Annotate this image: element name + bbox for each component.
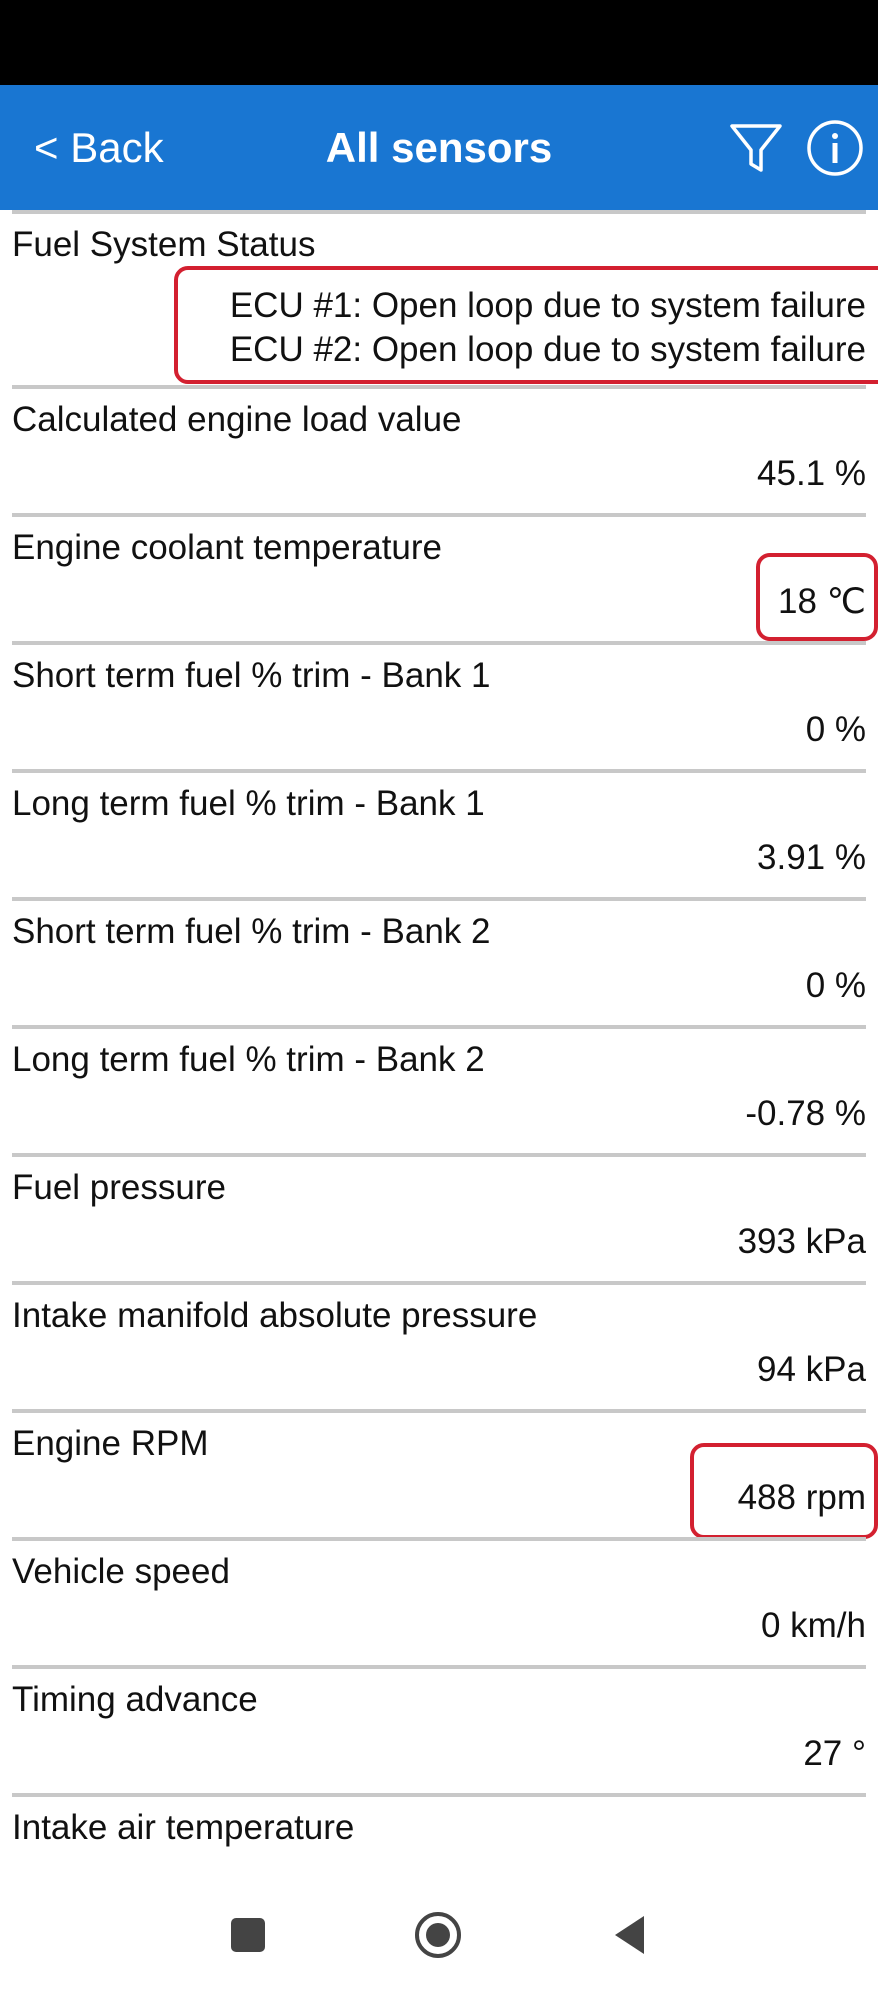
sensor-value-line: ECU #1: Open loop due to system failure bbox=[229, 286, 866, 325]
sensor-row-vehicle-speed[interactable]: Vehicle speed 0 km/h bbox=[12, 1537, 866, 1665]
sensor-row-engine-rpm[interactable]: Engine RPM 488 rpm bbox=[12, 1409, 878, 1539]
nav-bar bbox=[0, 1870, 878, 2000]
sensor-name: Fuel pressure bbox=[12, 1168, 226, 1207]
sensor-value: 0 % bbox=[805, 966, 866, 1005]
back-triangle-icon[interactable] bbox=[600, 1905, 660, 1965]
sensor-row-short-term-trim-bank2[interactable]: Short term fuel % trim - Bank 2 0 % bbox=[12, 897, 866, 1025]
sensor-name: Fuel System Status bbox=[12, 225, 316, 264]
sensor-row-intake-manifold-pressure[interactable]: Intake manifold absolute pressure 94 kPa bbox=[12, 1281, 866, 1409]
sensor-name: Calculated engine load value bbox=[12, 400, 462, 439]
sensor-name: Long term fuel % trim - Bank 1 bbox=[12, 784, 485, 823]
sensor-row-timing-advance[interactable]: Timing advance 27 ° bbox=[12, 1665, 866, 1793]
sensor-row-engine-load[interactable]: Calculated engine load value 45.1 % bbox=[12, 385, 866, 513]
sensor-name: Intake manifold absolute pressure bbox=[12, 1296, 538, 1335]
sensor-row-coolant-temp[interactable]: Engine coolant temperature 18 ℃ bbox=[12, 513, 878, 641]
sensor-name: Short term fuel % trim - Bank 1 bbox=[12, 656, 491, 695]
status-bar bbox=[0, 0, 878, 85]
sensor-list: Fuel System Status ECU #1: Open loop due… bbox=[0, 210, 878, 1870]
sensor-value: 3.91 % bbox=[757, 838, 866, 877]
sensor-name: Engine RPM bbox=[12, 1424, 209, 1463]
sensor-row-fuel-system-status[interactable]: Fuel System Status ECU #1: Open loop due… bbox=[12, 210, 878, 385]
sensor-value: 27 ° bbox=[803, 1734, 866, 1773]
sensor-value: 488 rpm bbox=[737, 1478, 866, 1517]
sensor-value: 393 kPa bbox=[737, 1222, 866, 1261]
sensor-value: 18 ℃ bbox=[778, 582, 866, 621]
sensor-name: Short term fuel % trim - Bank 2 bbox=[12, 912, 491, 951]
sensor-row-intake-air-temp[interactable]: Intake air temperature bbox=[12, 1793, 866, 1870]
sensor-value-line: ECU #2: Open loop due to system failure bbox=[229, 330, 866, 369]
filter-icon[interactable] bbox=[728, 120, 784, 176]
sensor-value: 45.1 % bbox=[757, 454, 866, 493]
sensor-row-short-term-trim-bank1[interactable]: Short term fuel % trim - Bank 1 0 % bbox=[12, 641, 866, 769]
sensor-value: ECU #1: Open loop due to system failure … bbox=[230, 284, 866, 372]
back-button[interactable]: < Back bbox=[34, 85, 164, 210]
home-circle-icon[interactable] bbox=[408, 1905, 468, 1965]
sensor-row-long-term-trim-bank1[interactable]: Long term fuel % trim - Bank 1 3.91 % bbox=[12, 769, 866, 897]
app-bar: < Back All sensors bbox=[0, 85, 878, 210]
info-icon[interactable] bbox=[806, 119, 864, 177]
sensor-value: 0 % bbox=[805, 710, 866, 749]
sensor-row-fuel-pressure[interactable]: Fuel pressure 393 kPa bbox=[12, 1153, 866, 1281]
sensor-name: Vehicle speed bbox=[12, 1552, 230, 1591]
sensor-name: Engine coolant temperature bbox=[12, 528, 442, 567]
sensor-value: -0.78 % bbox=[745, 1094, 866, 1133]
recents-square-icon[interactable] bbox=[218, 1905, 278, 1965]
sensor-row-long-term-trim-bank2[interactable]: Long term fuel % trim - Bank 2 -0.78 % bbox=[12, 1025, 866, 1153]
sensor-value: 0 km/h bbox=[760, 1606, 866, 1645]
sensor-value: 94 kPa bbox=[757, 1350, 866, 1389]
sensor-name: Long term fuel % trim - Bank 2 bbox=[12, 1040, 485, 1079]
sensor-name: Intake air temperature bbox=[12, 1808, 355, 1847]
sensor-name: Timing advance bbox=[12, 1680, 258, 1719]
